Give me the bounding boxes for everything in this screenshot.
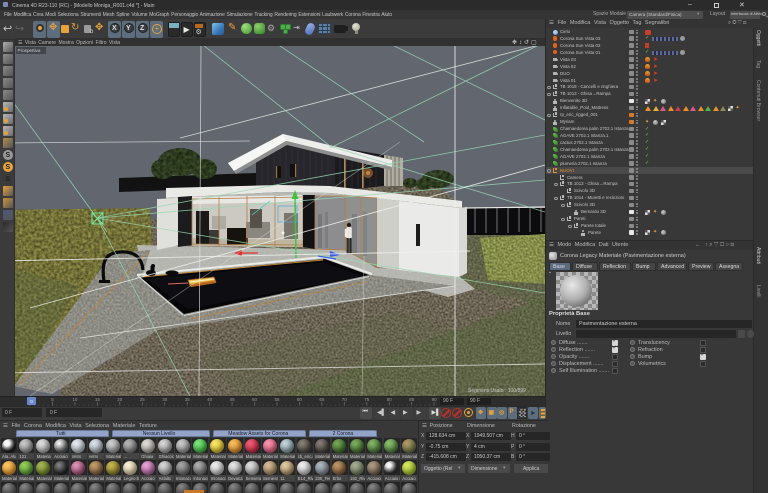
svg-text:20: 20	[117, 397, 123, 402]
svg-text:15: 15	[95, 397, 101, 402]
svg-text:30: 30	[162, 397, 168, 402]
svg-text:90: 90	[432, 397, 438, 402]
svg-text:Segmenti Usato : 100/899: Segmenti Usato : 100/899	[468, 388, 526, 394]
svg-text:80: 80	[387, 397, 393, 402]
svg-text:50: 50	[252, 397, 258, 402]
svg-text:65: 65	[319, 397, 325, 402]
svg-text:75: 75	[364, 397, 370, 402]
svg-text:55: 55	[274, 397, 280, 402]
svg-text:45: 45	[230, 397, 236, 402]
svg-text:10: 10	[72, 397, 78, 402]
svg-text:35: 35	[185, 397, 191, 402]
svg-text:70: 70	[342, 397, 348, 402]
svg-text:60: 60	[297, 397, 303, 402]
svg-text:85: 85	[409, 397, 415, 402]
svg-text:40: 40	[207, 397, 213, 402]
svg-text:5: 5	[51, 397, 54, 402]
svg-text:25: 25	[140, 397, 146, 402]
